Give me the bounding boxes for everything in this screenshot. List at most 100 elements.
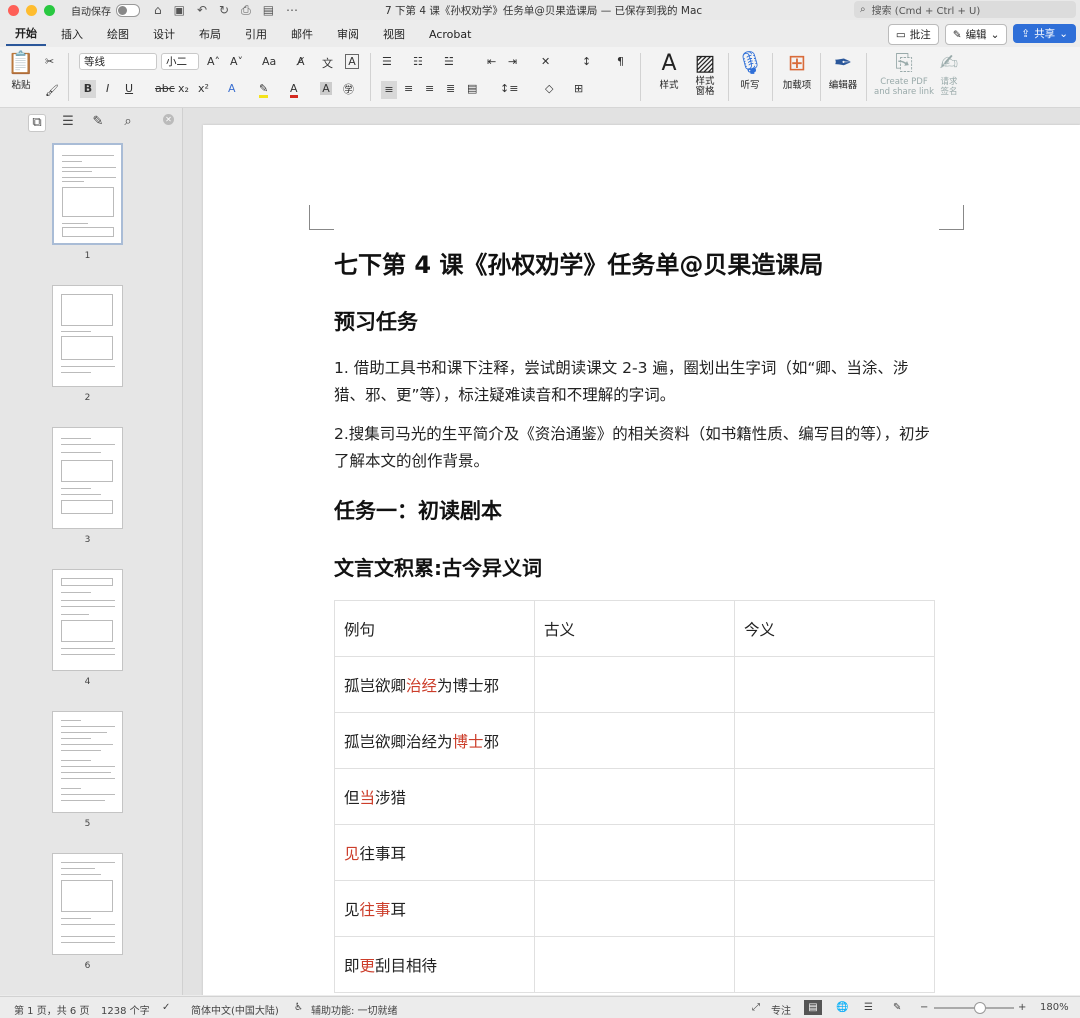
focus-icon[interactable]: ⤢ (752, 1002, 760, 1013)
ancient-meaning-cell[interactable] (534, 656, 735, 713)
bold-icon[interactable]: B (80, 80, 96, 98)
outline-icon[interactable]: ☰ (60, 114, 76, 130)
grow-font-icon[interactable]: A˄ (207, 55, 220, 68)
page-thumbnail-4[interactable] (52, 569, 123, 671)
tab-view[interactable]: 视图 (374, 23, 414, 45)
zoom-out-icon[interactable]: − (920, 1002, 928, 1013)
ancient-meaning-cell[interactable] (534, 768, 735, 825)
close-icon[interactable]: ✕ (163, 114, 174, 125)
decrease-indent-icon[interactable]: ⇤ (487, 55, 496, 68)
draft-view-icon[interactable]: ✎ (893, 1002, 901, 1013)
modern-meaning-cell[interactable] (734, 880, 935, 937)
strikethrough-icon[interactable]: abc (155, 82, 175, 95)
thumbnails-icon[interactable]: ⧉ (28, 114, 46, 132)
comment-button[interactable]: ▭ 批注 (887, 24, 939, 45)
focus-label[interactable]: 专注 (771, 1002, 791, 1017)
search-box[interactable]: ⌕ 搜索 (Cmd + Ctrl + U) (854, 1, 1076, 18)
modern-meaning-cell[interactable] (734, 656, 935, 713)
undo-icon[interactable]: ↶ (197, 3, 207, 18)
tab-layout[interactable]: 布局 (190, 23, 230, 45)
zoom-window-button[interactable] (44, 4, 55, 16)
font-size-select[interactable]: 小二 (161, 53, 199, 70)
increase-indent-icon[interactable]: ⇥ (508, 55, 517, 68)
multilevel-list-icon[interactable]: ☱ (444, 55, 454, 68)
tab-draw[interactable]: 绘图 (98, 23, 138, 45)
tab-insert[interactable]: 插入 (52, 23, 92, 45)
change-case-icon[interactable]: Aa (262, 55, 276, 68)
language-label[interactable]: 简体中文(中国大陆) (191, 1002, 279, 1017)
autosave-toggle[interactable] (116, 3, 140, 17)
tab-references[interactable]: 引用 (236, 23, 276, 45)
line-spacing-icon[interactable]: ↕≡ (500, 82, 518, 95)
styles-button[interactable]: A 样式 (649, 51, 689, 91)
tab-acrobat[interactable]: Acrobat (420, 23, 480, 45)
clear-formatting-icon[interactable]: A̸ (297, 55, 305, 68)
addins-button[interactable]: ⊞ 加载项 (780, 51, 814, 91)
template-icon[interactable]: ▤ (263, 3, 274, 18)
outline-view-icon[interactable]: ☰ (864, 1002, 873, 1013)
table-header[interactable]: 例句 (334, 600, 535, 657)
accessibility-status[interactable]: 辅助功能: 一切就绪 (311, 1002, 398, 1017)
italic-icon[interactable]: I (106, 82, 109, 95)
tab-design[interactable]: 设计 (144, 23, 184, 45)
table-header[interactable]: 今义 (734, 600, 935, 657)
page-thumbnail-2[interactable] (52, 285, 123, 387)
chinese-layout-icon[interactable]: ✕ (541, 55, 550, 68)
print-layout-icon[interactable]: ▤ (804, 1000, 822, 1015)
tab-mailings[interactable]: 邮件 (282, 23, 322, 45)
show-marks-icon[interactable]: ¶ (617, 55, 624, 68)
example-sentence[interactable]: 孤岂欲卿治经为博士邪 (334, 712, 535, 769)
table-header[interactable]: 古义 (534, 600, 735, 657)
example-sentence[interactable]: 但当涉猎 (334, 768, 535, 825)
char-shading-icon[interactable]: A (320, 82, 332, 95)
zoom-slider-handle[interactable] (974, 1002, 986, 1014)
modern-meaning-cell[interactable] (734, 768, 935, 825)
enclose-char-icon[interactable]: ㊫ (343, 81, 354, 97)
page-thumbnail-6[interactable] (52, 853, 123, 955)
print-icon[interactable]: ⎙ (241, 3, 251, 18)
shrink-font-icon[interactable]: A˅ (230, 55, 243, 68)
document-canvas[interactable]: 七下第 4 课《孙权劝学》任务单@贝果造课局 预习任务 1. 借助工具书和课下注… (183, 108, 1080, 995)
modern-meaning-cell[interactable] (734, 936, 935, 993)
subscript-icon[interactable]: x₂ (178, 82, 189, 95)
document-page[interactable]: 七下第 4 课《孙权劝学》任务单@贝果造课局 预习任务 1. 借助工具书和课下注… (203, 125, 1080, 995)
zoom-in-icon[interactable]: + (1018, 1002, 1026, 1013)
ancient-meaning-cell[interactable] (534, 824, 735, 881)
superscript-icon[interactable]: x² (198, 82, 209, 95)
phonetic-guide-icon[interactable]: 文 (322, 55, 333, 71)
char-border-icon[interactable]: A (345, 54, 359, 69)
redo-icon[interactable]: ↻ (219, 3, 229, 18)
ancient-meaning-cell[interactable] (534, 936, 735, 993)
bullets-icon[interactable]: ☰ (382, 55, 392, 68)
ancient-meaning-cell[interactable] (534, 880, 735, 937)
example-sentence[interactable]: 即更刮目相待 (334, 936, 535, 993)
underline-icon[interactable]: U (125, 82, 133, 95)
dictate-button[interactable]: 🎙 听写 (736, 51, 764, 91)
sort-icon[interactable]: ↕ (582, 55, 591, 68)
page-thumbnail-3[interactable] (52, 427, 123, 529)
modern-meaning-cell[interactable] (734, 824, 935, 881)
numbering-icon[interactable]: ☷ (413, 55, 423, 68)
highlight-icon[interactable]: ✎ (259, 82, 269, 98)
search-icon[interactable]: ⌕ (120, 114, 136, 130)
zoom-level[interactable]: 180% (1040, 1002, 1069, 1013)
justify-icon[interactable]: ≣ (446, 82, 455, 95)
home-icon[interactable]: ⌂ (154, 3, 162, 18)
font-color-icon[interactable]: A (290, 82, 298, 98)
styles-pane-button[interactable]: ▨ 样式 窗格 (690, 51, 720, 97)
example-sentence[interactable]: 见往事耳 (334, 824, 535, 881)
proofing-icon[interactable]: ✓ (162, 1002, 170, 1013)
text-effects-icon[interactable]: A (228, 82, 236, 95)
example-sentence[interactable]: 孤岂欲卿治经为博士邪 (334, 656, 535, 713)
create-pdf-button[interactable]: ⎘ Create PDF and share link (872, 51, 936, 97)
ancient-meaning-cell[interactable] (534, 712, 735, 769)
word-count[interactable]: 1238 个字 (101, 1002, 150, 1017)
editor-button[interactable]: ✒ 编辑器 (826, 51, 860, 91)
close-window-button[interactable] (8, 4, 19, 16)
font-name-select[interactable]: 等线 (79, 53, 157, 70)
minimize-window-button[interactable] (26, 4, 37, 16)
distributed-icon[interactable]: ▤ (467, 82, 477, 95)
find-replace-icon[interactable]: ✎ (90, 114, 106, 130)
align-left-icon[interactable]: ≡ (381, 81, 397, 99)
cut-icon[interactable]: ✂ (45, 55, 54, 68)
